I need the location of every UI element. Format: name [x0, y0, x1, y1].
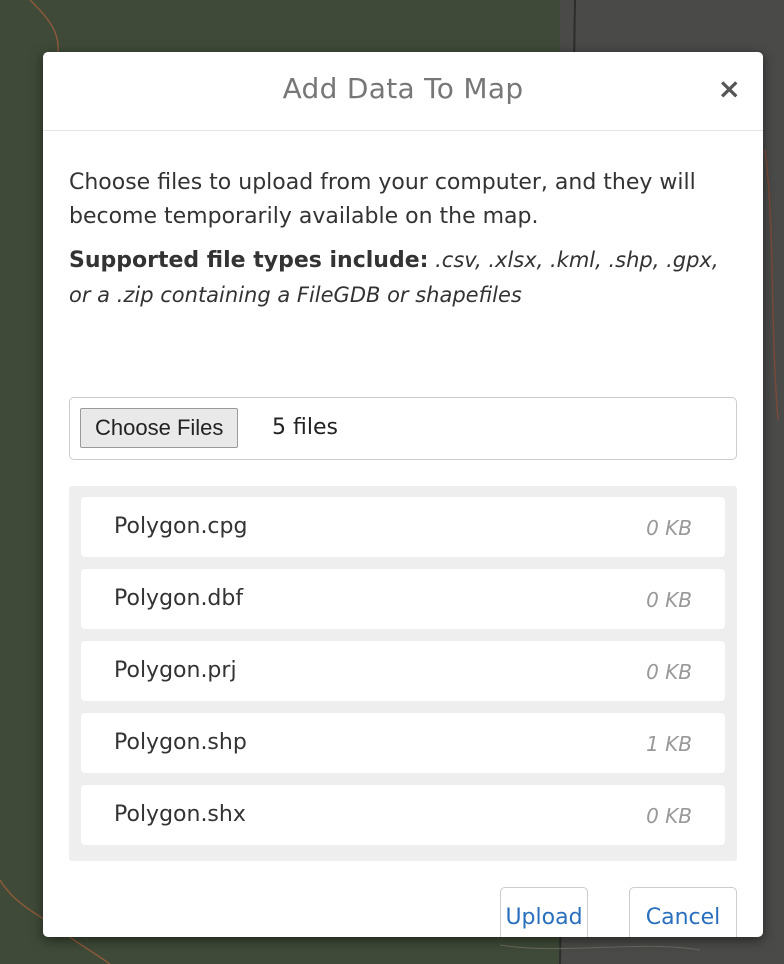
file-name: Polygon.prj	[114, 658, 237, 683]
file-size: 1 KB	[646, 732, 692, 756]
file-size: 0 KB	[646, 660, 692, 684]
file-list-item: Polygon.prj 0 KB	[81, 641, 725, 701]
cancel-button[interactable]: Cancel	[629, 887, 737, 937]
file-list-item: Polygon.cpg 0 KB	[81, 497, 725, 557]
file-size: 0 KB	[646, 588, 692, 612]
file-name: Polygon.cpg	[114, 514, 248, 539]
file-name: Polygon.shp	[114, 730, 247, 755]
choose-files-button[interactable]: Choose Files	[80, 408, 239, 448]
file-size: 0 KB	[646, 516, 692, 540]
file-list-item: Polygon.shp 1 KB	[81, 713, 725, 773]
file-size: 0 KB	[646, 804, 692, 828]
add-data-dialog: Add Data To Map × Choose files to upload…	[43, 52, 763, 937]
file-input: Choose Files 5 files	[69, 397, 737, 460]
file-input-status: 5 files	[272, 415, 338, 440]
dialog-title: Add Data To Map	[282, 72, 524, 105]
file-list-item: Polygon.shx 0 KB	[81, 785, 725, 845]
supported-types-text: Supported file types include: .csv, .xls…	[69, 243, 737, 312]
close-icon[interactable]: ×	[718, 72, 741, 106]
file-list-item: Polygon.dbf 0 KB	[81, 569, 725, 629]
supported-types-label: Supported file types include:	[69, 248, 429, 273]
dialog-header: Add Data To Map ×	[43, 52, 763, 131]
file-name: Polygon.dbf	[114, 586, 244, 611]
intro-text: Choose files to upload from your compute…	[69, 170, 696, 229]
upload-button[interactable]: Upload	[500, 887, 588, 937]
file-name: Polygon.shx	[114, 802, 246, 827]
selected-files-list: Polygon.cpg 0 KB Polygon.dbf 0 KB Polygo…	[69, 486, 737, 861]
dialog-body: Choose files to upload from your compute…	[69, 131, 737, 937]
